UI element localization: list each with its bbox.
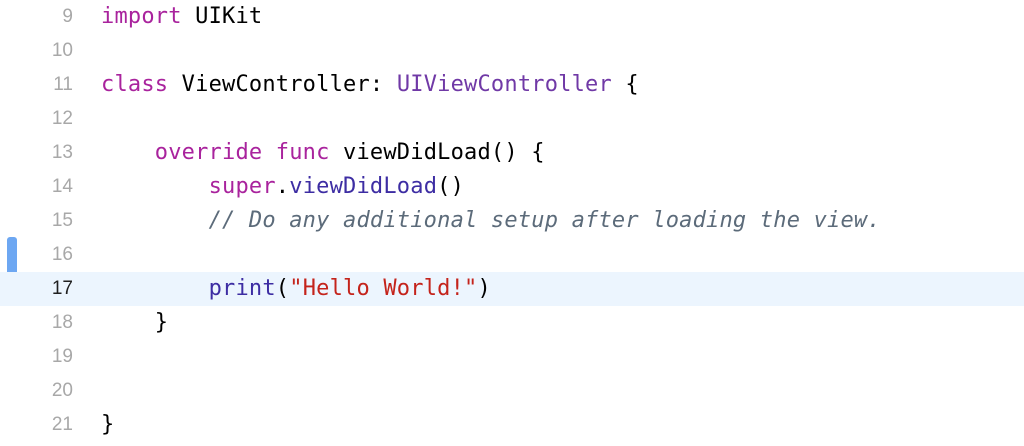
code-editor[interactable]: 9 import UIKit 10 11 class ViewControlle…: [0, 0, 1024, 446]
line-number: 14: [51, 176, 73, 197]
indent-token: [101, 174, 209, 199]
brace-token: }: [154, 310, 169, 335]
code-line[interactable]: 19: [0, 340, 1024, 374]
code-line[interactable]: 13 override func viewDidLoad() {: [0, 136, 1024, 170]
string-token: "Hello World!": [289, 276, 478, 301]
line-number: 12: [51, 108, 73, 129]
dot-token: .: [275, 174, 290, 199]
code-line[interactable]: 16: [0, 238, 1024, 272]
code-line[interactable]: 20: [0, 374, 1024, 408]
code-text: super.viewDidLoad(): [101, 170, 464, 204]
code-text: }: [101, 306, 168, 340]
function-token: print: [208, 276, 276, 301]
function-token: viewDidLoad: [289, 174, 438, 199]
keyword-token: override: [154, 140, 263, 165]
line-number: 21: [51, 414, 73, 435]
indent-token: [101, 140, 155, 165]
keyword-token: func: [275, 140, 330, 165]
line-number: 18: [51, 312, 73, 333]
code-line[interactable]: 18 }: [0, 306, 1024, 340]
brace-token: }: [101, 412, 115, 437]
current-code-line[interactable]: 17 print("Hello World!"): [0, 272, 1024, 306]
module-name-token: UIKit: [195, 4, 263, 29]
indent-token: [101, 276, 209, 301]
keyword-token: super: [208, 174, 276, 199]
code-line[interactable]: 10: [0, 34, 1024, 68]
line-number: 9: [62, 6, 73, 27]
line-number: 20: [51, 380, 73, 401]
type-token: UIViewController: [396, 72, 612, 97]
code-line[interactable]: 12: [0, 102, 1024, 136]
paren-token: ): [477, 276, 491, 301]
paren-token: (: [275, 276, 290, 301]
method-signature-token: viewDidLoad() {: [329, 140, 545, 165]
paren-token: (): [437, 174, 465, 199]
code-line[interactable]: 9 import UIKit: [0, 0, 1024, 34]
comment-token: // Do any additional setup after loading…: [208, 208, 881, 233]
code-line[interactable]: 14 super.viewDidLoad(): [0, 170, 1024, 204]
code-text: print("Hello World!"): [101, 272, 491, 306]
code-line[interactable]: 15 // Do any additional setup after load…: [0, 204, 1024, 238]
code-text: override func viewDidLoad() {: [101, 136, 545, 170]
line-number: 10: [51, 40, 73, 61]
code-text: class ViewController: UIViewController {: [101, 68, 639, 102]
indent-token: [101, 208, 209, 233]
code-line[interactable]: 21 }: [0, 408, 1024, 442]
line-number: 13: [51, 142, 73, 163]
line-number: 11: [53, 74, 73, 95]
keyword-token: class: [101, 72, 169, 97]
indent-token: [101, 310, 155, 335]
code-text: }: [101, 408, 114, 442]
line-number: 16: [51, 244, 73, 265]
code-text: // Do any additional setup after loading…: [101, 204, 881, 238]
code-line[interactable]: 11 class ViewController: UIViewControlle…: [0, 68, 1024, 102]
class-name-token: ViewController:: [168, 72, 397, 97]
brace-token: {: [611, 72, 639, 97]
line-number: 19: [51, 346, 73, 367]
line-number: 15: [51, 210, 73, 231]
code-text: import UIKit: [101, 0, 262, 34]
line-number: 17: [51, 278, 73, 299]
keyword-token: import: [101, 4, 182, 29]
